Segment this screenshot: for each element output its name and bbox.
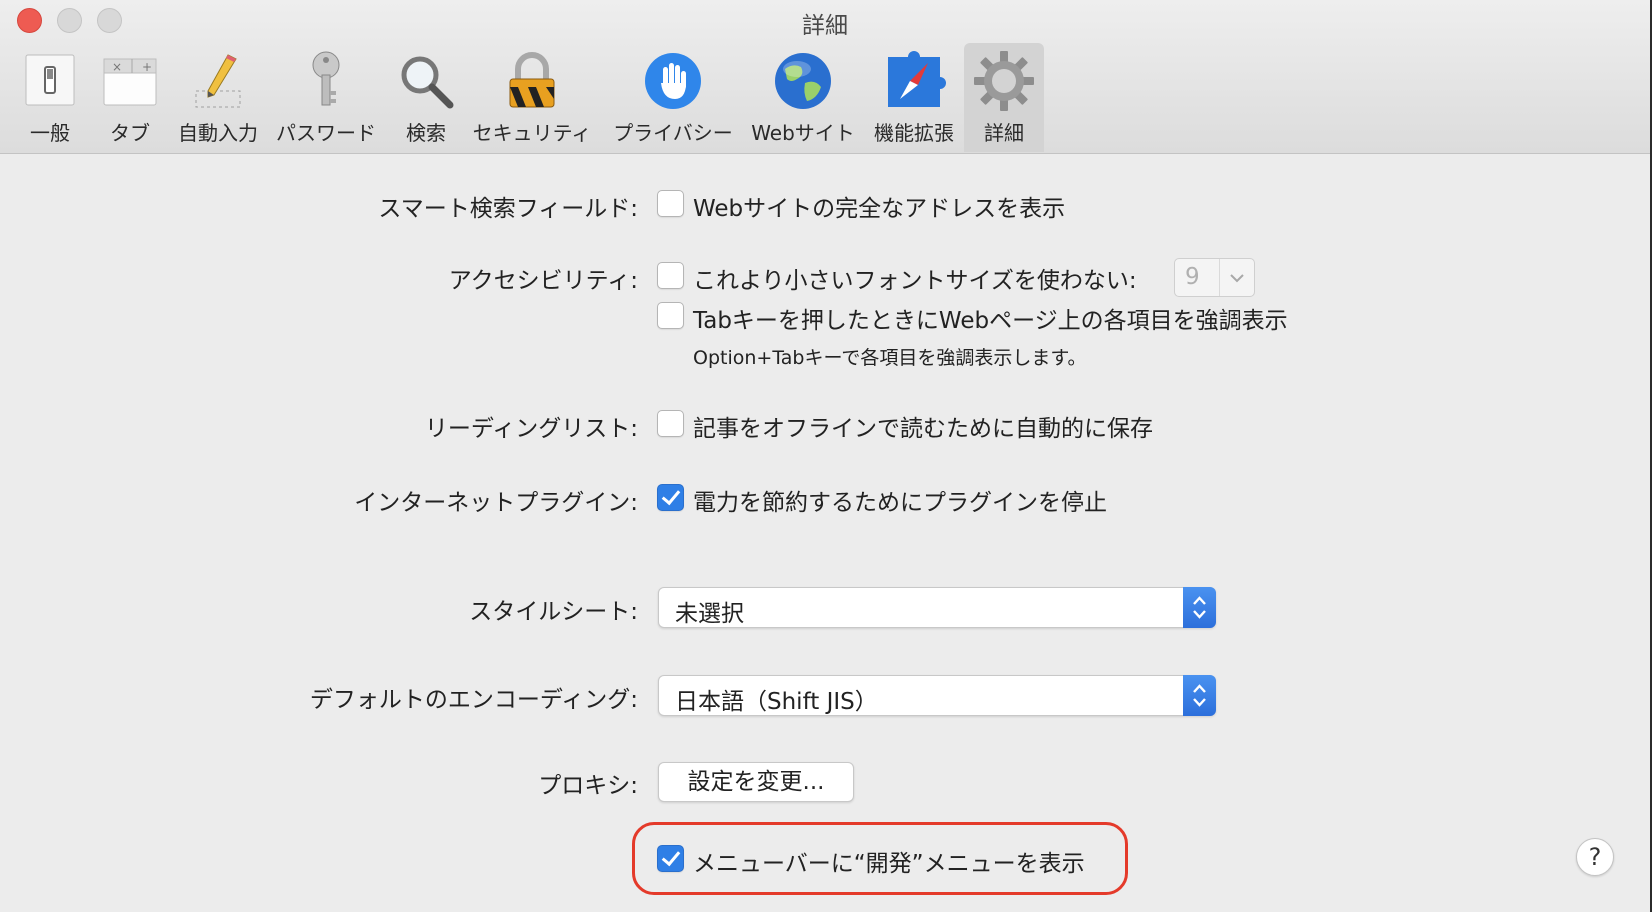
offline-save-checkbox[interactable] (657, 410, 684, 437)
stop-plugins-checkbox[interactable] (657, 484, 684, 511)
window-title: 詳細 (802, 13, 848, 39)
tab-highlight-checkbox[interactable] (657, 302, 684, 329)
stylesheet-popup[interactable]: 未選択 (658, 587, 1216, 628)
tab-general[interactable]: 一般 (14, 43, 86, 152)
tab-extensions[interactable]: 機能拡張 (872, 43, 956, 152)
tab-highlight-option: Tabキーを押したときにWebページ上の各項目を強調表示 (693, 308, 1288, 334)
stop-plugins-option: 電力を節約するためにプラグインを停止 (693, 490, 1107, 516)
encoding-value: 日本語（Shift JIS） (675, 689, 878, 715)
toolbar: 詳細 一般 × + タブ 自動入力 パスワード 検索 セキュリティ プライバシー… (0, 0, 1650, 154)
chevron-down-icon (1219, 259, 1254, 296)
svg-text:×: × (112, 60, 122, 74)
tabs-icon: × + (103, 58, 157, 106)
min-font-size-select[interactable]: 9 (1174, 258, 1255, 297)
accessibility-label: アクセシビリティ: (448, 268, 638, 294)
tab-passwords[interactable]: パスワード (272, 43, 380, 152)
encoding-label: デフォルトのエンコーディング: (309, 687, 638, 713)
tab-label: 自動入力 (178, 121, 258, 145)
tab-label: パスワード (276, 121, 376, 145)
stylesheet-value: 未選択 (675, 601, 744, 627)
plugins-label: インターネットプラグイン: (354, 490, 638, 516)
reading-list-label: リーディングリスト: (424, 416, 638, 442)
encoding-popup[interactable]: 日本語（Shift JIS） (658, 675, 1216, 716)
tab-label: タブ (110, 121, 150, 145)
develop-menu-checkbox[interactable] (657, 845, 684, 872)
develop-menu-option: メニューバーに“開発”メニューを表示 (693, 851, 1085, 877)
tab-tabs[interactable]: × + タブ (94, 43, 166, 152)
proxy-label: プロキシ: (538, 773, 638, 799)
tab-label: プライバシー (613, 121, 733, 145)
globe-icon (775, 53, 831, 109)
tab-label: 詳細 (984, 121, 1024, 145)
tab-autofill[interactable]: 自動入力 (174, 43, 262, 152)
tab-websites[interactable]: Webサイト (748, 43, 858, 152)
help-button[interactable]: ? (1576, 838, 1614, 876)
gear-icon (974, 51, 1034, 111)
tab-label: Webサイト (751, 121, 855, 145)
up-down-arrows-icon (1183, 587, 1216, 628)
tab-highlight-note: Option+Tabキーで各項目を強調表示します。 (693, 347, 1087, 369)
min-font-option: これより小さいフォントサイズを使わない: (693, 268, 1137, 294)
magnifier-icon (401, 56, 454, 109)
tab-label: 検索 (406, 121, 446, 145)
change-settings-button[interactable]: 設定を変更... (658, 762, 854, 802)
smart-search-label: スマート検索フィールド: (378, 196, 638, 222)
switch-icon (25, 54, 75, 106)
hand-icon (645, 53, 701, 109)
pencil-icon (195, 54, 241, 108)
key-icon (312, 51, 340, 106)
tab-privacy[interactable]: プライバシー (604, 43, 742, 152)
offline-save-option: 記事をオフラインで読むために自動的に保存 (693, 416, 1153, 442)
min-font-size-value: 9 (1185, 264, 1200, 290)
tab-security[interactable]: セキュリティ (470, 43, 594, 152)
puzzle-compass-icon (888, 51, 946, 107)
up-down-arrows-icon (1183, 675, 1216, 716)
full-address-option: Webサイトの完全なアドレスを表示 (693, 196, 1066, 222)
tab-label: セキュリティ (472, 121, 592, 145)
tab-search[interactable]: 検索 (390, 43, 462, 152)
tab-label: 一般 (30, 121, 70, 145)
lock-icon (509, 52, 555, 108)
stylesheet-label: スタイルシート: (469, 599, 638, 625)
tab-label: 機能拡張 (874, 121, 954, 145)
tab-advanced[interactable]: 詳細 (964, 43, 1044, 152)
min-font-checkbox[interactable] (657, 262, 684, 289)
preferences-window: 詳細 一般 × + タブ 自動入力 パスワード 検索 セキュリティ プライバシー… (0, 0, 1650, 912)
svg-text:+: + (142, 60, 152, 74)
full-address-checkbox[interactable] (657, 190, 684, 217)
